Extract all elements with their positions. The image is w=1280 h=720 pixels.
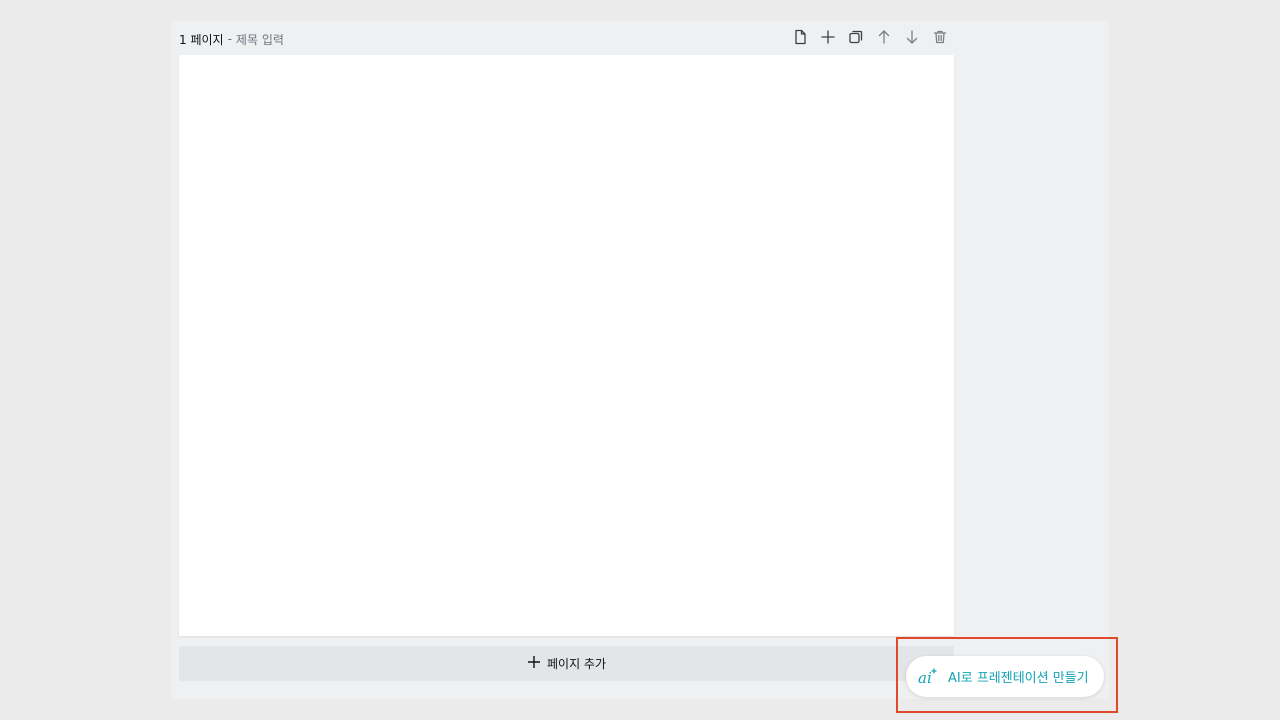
notes-icon [792,29,808,49]
add-page-button[interactable]: 페이지 추가 [179,646,954,681]
page-number-label: 1 페이지 [179,32,224,47]
plus-icon [527,655,541,672]
trash-icon [932,29,948,49]
arrow-down-icon [904,29,920,49]
add-icon [820,29,836,49]
page-toolbar [790,29,950,49]
duplicate-page-button[interactable] [846,29,866,49]
page-header: 1 페이지 - 제목 입력 [179,28,954,50]
svg-text:ai: ai [918,669,932,687]
page-title[interactable]: 1 페이지 - 제목 입력 [179,31,284,48]
page-title-input[interactable]: 제목 입력 [236,31,284,48]
duplicate-icon [848,29,864,49]
add-page-label: 페이지 추가 [546,657,606,671]
ai-sparkle-icon: ai [917,666,939,688]
notes-button[interactable] [790,29,810,49]
add-page-icon-button[interactable] [818,29,838,49]
design-canvas[interactable] [179,55,954,636]
title-separator: - [227,32,232,46]
move-page-up-button[interactable] [874,29,894,49]
arrow-up-icon [876,29,892,49]
ai-button-label: AI로 프레젠테이션 만들기 [948,671,1089,686]
move-page-down-button[interactable] [902,29,922,49]
delete-page-button[interactable] [930,29,950,49]
ai-presentation-button[interactable]: ai AI로 프레젠테이션 만들기 [906,656,1104,697]
